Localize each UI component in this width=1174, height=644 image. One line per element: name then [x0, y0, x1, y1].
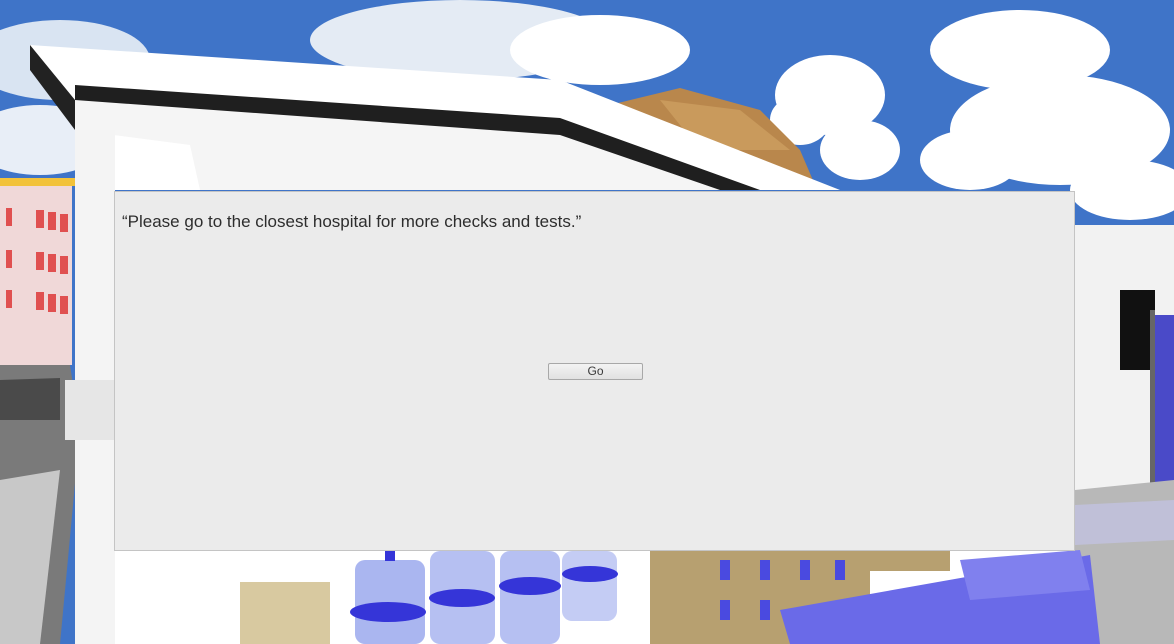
go-button[interactable]: Go [548, 363, 643, 380]
game-viewport: “Please go to the closest hospital for m… [0, 0, 1174, 644]
dialog-panel: “Please go to the closest hospital for m… [114, 191, 1075, 551]
dialog-message: “Please go to the closest hospital for m… [122, 212, 582, 231]
wood-box [240, 582, 330, 644]
